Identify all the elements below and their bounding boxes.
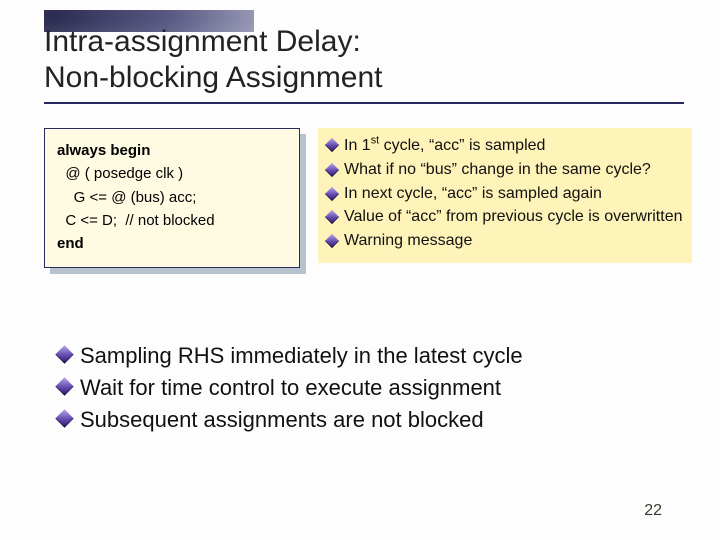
diamond-bullet-icon [325, 138, 339, 152]
notes-item: In next cycle, “acc” is sampled again [324, 183, 684, 205]
diamond-bullet-icon [55, 409, 73, 427]
kw-always: always [57, 142, 106, 159]
code-line-3: G <= @ (bus) acc; [57, 189, 196, 206]
notes-panel: In 1st cycle, “acc” is sampled What if n… [318, 128, 692, 263]
summary-item: Sampling RHS immediately in the latest c… [58, 340, 680, 372]
summary-item: Subsequent assignments are not blocked [58, 404, 680, 436]
code-block-shadow: always begin @ ( posedge clk ) G <= @ (b… [44, 128, 300, 268]
code-line-4: C <= D; // not blocked [57, 212, 215, 229]
notes-item: In 1st cycle, “acc” is sampled [324, 134, 684, 157]
summary-item: Wait for time control to execute assignm… [58, 372, 680, 404]
summary-text: Sampling RHS immediately in the latest c… [80, 343, 523, 368]
notes-text: In next cycle, “acc” is sampled again [344, 185, 602, 202]
title-underline [44, 102, 684, 104]
kw-end: end [57, 235, 84, 252]
notes-text: In 1st cycle, “acc” is sampled [344, 137, 545, 154]
notes-text: Value of “acc” from previous cycle is ov… [344, 208, 682, 225]
summary-text: Wait for time control to execute assignm… [80, 375, 501, 400]
slide-title: Intra-assignment Delay: Non-blocking Ass… [44, 24, 680, 112]
notes-item: What if no “bus” change in the same cycl… [324, 159, 684, 181]
notes-text: Warning message [344, 232, 472, 249]
kw-begin: begin [110, 142, 150, 159]
notes-text: What if no “bus” change in the same cycl… [344, 161, 651, 178]
title-line-2: Non-blocking Assignment [44, 60, 680, 96]
summary-list: Sampling RHS immediately in the latest c… [58, 340, 680, 436]
diamond-bullet-icon [325, 234, 339, 248]
notes-item: Value of “acc” from previous cycle is ov… [324, 206, 684, 228]
diamond-bullet-icon [325, 186, 339, 200]
code-line-2: @ ( posedge clk ) [57, 165, 183, 182]
diamond-bullet-icon [325, 163, 339, 177]
title-line-1: Intra-assignment Delay: [44, 24, 680, 60]
page-number: 22 [644, 502, 662, 520]
diamond-bullet-icon [55, 345, 73, 363]
diamond-bullet-icon [325, 210, 339, 224]
code-block: always begin @ ( posedge clk ) G <= @ (b… [44, 128, 300, 268]
notes-item: Warning message [324, 230, 684, 252]
diamond-bullet-icon [55, 377, 73, 395]
summary-text: Subsequent assignments are not blocked [80, 407, 484, 432]
